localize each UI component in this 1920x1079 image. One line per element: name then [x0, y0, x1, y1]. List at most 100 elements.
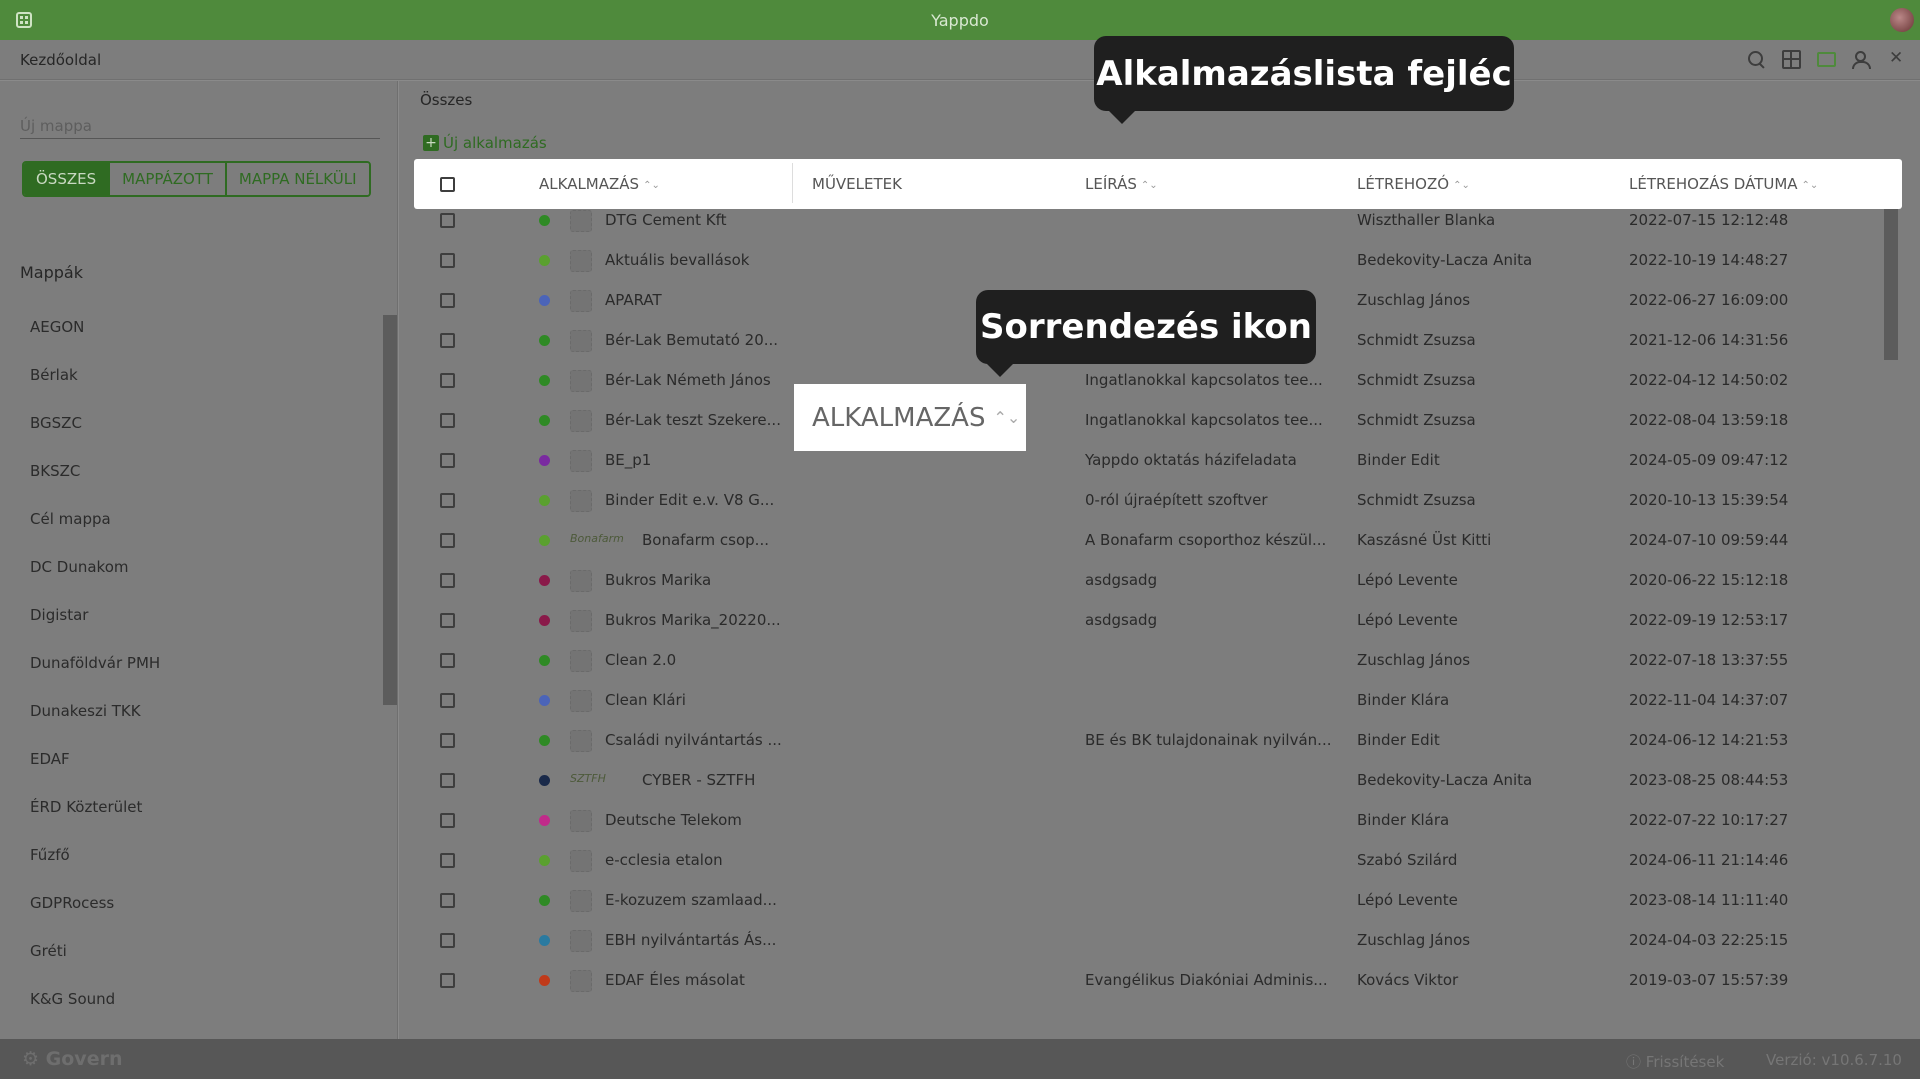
table-row[interactable]: Bonafarm Bonafarm csop... A Bonafarm csopo… [420, 521, 1882, 561]
table-row[interactable]: EBH nyilvántartás Ás... Zuschlag János 202… [420, 921, 1882, 961]
folder-icon[interactable] [1817, 52, 1836, 67]
sidebar-scrollbar[interactable] [383, 315, 397, 705]
grid-view-icon[interactable] [1782, 50, 1801, 69]
sort-icon[interactable]: ⌃⌄ [643, 180, 660, 191]
row-checkbox[interactable] [440, 333, 455, 348]
table-row[interactable]: Aktuális bevallások Bedekovity-Lacza Anit… [420, 241, 1882, 281]
table-row[interactable]: E-kozuzem szamlaad... Lépó Levente 2023-08… [420, 881, 1882, 921]
app-name[interactable]: Deutsche Telekom [605, 811, 742, 829]
row-checkbox[interactable] [440, 373, 455, 388]
row-checkbox[interactable] [440, 973, 455, 988]
table-row[interactable]: e-cclesia etalon Szabó Szilárd 2024-06-11 … [420, 841, 1882, 881]
row-checkbox[interactable] [440, 853, 455, 868]
updates-link[interactable]: ⓘ Frissítések [1626, 1051, 1724, 1072]
row-checkbox[interactable] [440, 413, 455, 428]
row-checkbox[interactable] [440, 213, 455, 228]
app-name[interactable]: Aktuális bevallások [605, 251, 749, 269]
app-name[interactable]: BE_p1 [605, 451, 651, 469]
row-checkbox[interactable] [440, 893, 455, 908]
table-row[interactable]: Bér-Lak Németh János Ingatlanokkal kapcso… [420, 361, 1882, 401]
fullscreen-icon[interactable] [1887, 48, 1906, 69]
folder-item[interactable]: BGSZC [30, 414, 160, 462]
row-checkbox[interactable] [440, 453, 455, 468]
sort-icon[interactable]: ⌃⌄ [1141, 180, 1158, 191]
folder-item[interactable]: Bérlak [30, 366, 160, 414]
row-checkbox[interactable] [440, 813, 455, 828]
table-row[interactable]: Deutsche Telekom Binder Klára 2022-07-22 1… [420, 801, 1882, 841]
table-scrollbar[interactable] [1884, 205, 1898, 360]
row-checkbox[interactable] [440, 933, 455, 948]
row-checkbox[interactable] [440, 293, 455, 308]
folder-item[interactable]: ÉRD Közterület [30, 798, 160, 846]
table-row[interactable]: BE_p1 Yappdo oktatás házifeladata Binder E… [420, 441, 1882, 481]
row-checkbox[interactable] [440, 253, 455, 268]
app-name[interactable]: Bonafarm csop... [642, 531, 769, 549]
table-row[interactable]: EDAF Éles másolat Evangélikus Diakóniai A… [420, 961, 1882, 1001]
row-checkbox[interactable] [440, 653, 455, 668]
app-name[interactable]: Bér-Lak Bemutató 20... [605, 331, 778, 349]
row-checkbox[interactable] [440, 573, 455, 588]
app-name[interactable]: DTG Cement Kft [605, 211, 727, 229]
folder-item[interactable]: Dunakeszi TKK [30, 702, 160, 750]
app-name[interactable]: E-kozuzem szamlaad... [605, 891, 777, 909]
home-link[interactable]: Kezdőoldal [20, 51, 101, 69]
table-row[interactable]: Bukros Marika asdgsadg Lépó Levente 2020-06… [420, 561, 1882, 601]
column-header-created-date[interactable]: LÉTREHOZÁS DÁTUMA ⌃⌄ [1629, 175, 1818, 193]
table-row[interactable]: Binder Edit e.v. V8 G... 0-ról újraépítet… [420, 481, 1882, 521]
app-name[interactable]: CYBER - SZTFH [642, 771, 755, 789]
filter-all-button[interactable]: ÖSSZES [24, 163, 111, 195]
app-name[interactable]: Családi nyilvántartás ... [605, 731, 782, 749]
table-row[interactable]: Bukros Marika_20220... asdgsadg Lépó Leven… [420, 601, 1882, 641]
table-row[interactable]: Clean 2.0 Zuschlag János 2022-07-18 13:37:… [420, 641, 1882, 681]
row-checkbox[interactable] [440, 613, 455, 628]
table-row[interactable]: Családi nyilvántartás ... BE és BK tulajd… [420, 721, 1882, 761]
new-app-button[interactable]: + Új alkalmazás [423, 134, 547, 152]
app-name[interactable]: Bér-Lak teszt Szekere... [605, 411, 781, 429]
folder-item[interactable]: Fűzfő [30, 846, 160, 894]
folder-item[interactable]: GDPRocess [30, 894, 160, 942]
table-row[interactable]: SZTFH CYBER - SZTFH Bedekovity-Lacza Anita… [420, 761, 1882, 801]
table-row[interactable]: Clean Klári Binder Klára 2022-11-04 14:37:… [420, 681, 1882, 721]
column-header-app[interactable]: ALKALMAZÁS ⌃⌄ [539, 175, 660, 193]
row-checkbox[interactable] [440, 533, 455, 548]
app-name[interactable]: Bukros Marika_20220... [605, 611, 781, 629]
select-all-checkbox[interactable] [440, 177, 455, 192]
status-dot [539, 855, 550, 866]
column-header-creator[interactable]: LÉTREHOZÓ ⌃⌄ [1357, 175, 1470, 193]
app-name[interactable]: e-cclesia etalon [605, 851, 723, 869]
row-checkbox[interactable] [440, 773, 455, 788]
app-name[interactable]: EBH nyilvántartás Ás... [605, 931, 776, 949]
folder-item[interactable]: EDAF [30, 750, 160, 798]
filter-unfoldered-button[interactable]: MAPPA NÉLKÜLI [226, 163, 369, 195]
folder-item[interactable]: Dunaföldvár PMH [30, 654, 160, 702]
user-avatar[interactable] [1890, 8, 1914, 32]
folder-item[interactable]: Gréti [30, 942, 160, 990]
app-creator: Bedekovity-Lacza Anita [1357, 771, 1533, 789]
search-icon[interactable] [1747, 50, 1766, 69]
new-folder-input[interactable]: Új mappa [20, 117, 380, 139]
breadcrumb: Összes [420, 91, 473, 109]
app-description: BE és BK tulajdonainak nyilván... [1085, 731, 1332, 749]
sort-icon[interactable]: ⌃⌄ [1453, 180, 1470, 191]
users-icon[interactable] [1852, 50, 1871, 69]
folder-item[interactable]: Cél mappa [30, 510, 160, 558]
row-checkbox[interactable] [440, 493, 455, 508]
app-name[interactable]: Clean 2.0 [605, 651, 676, 669]
filter-foldered-button[interactable]: MAPPÁZOTT [110, 163, 227, 195]
app-name[interactable]: EDAF Éles másolat [605, 971, 745, 989]
folder-item[interactable]: K&G Sound [30, 990, 160, 1038]
folder-item[interactable]: DC Dunakom [30, 558, 160, 606]
table-row[interactable]: Bér-Lak teszt Szekere... Ingatlanokkal ka… [420, 401, 1882, 441]
row-checkbox[interactable] [440, 733, 455, 748]
folder-item[interactable]: AEGON [30, 318, 160, 366]
app-name[interactable]: APARAT [605, 291, 662, 309]
app-name[interactable]: Bér-Lak Németh János [605, 371, 771, 389]
app-name[interactable]: Clean Klári [605, 691, 686, 709]
sort-icon[interactable]: ⌃⌄ [1802, 180, 1819, 191]
folder-item[interactable]: Digistar [30, 606, 160, 654]
app-name[interactable]: Binder Edit e.v. V8 G... [605, 491, 774, 509]
row-checkbox[interactable] [440, 693, 455, 708]
app-name[interactable]: Bukros Marika [605, 571, 711, 589]
folder-item[interactable]: BKSZC [30, 462, 160, 510]
column-header-description[interactable]: LEÍRÁS ⌃⌄ [1085, 175, 1158, 193]
